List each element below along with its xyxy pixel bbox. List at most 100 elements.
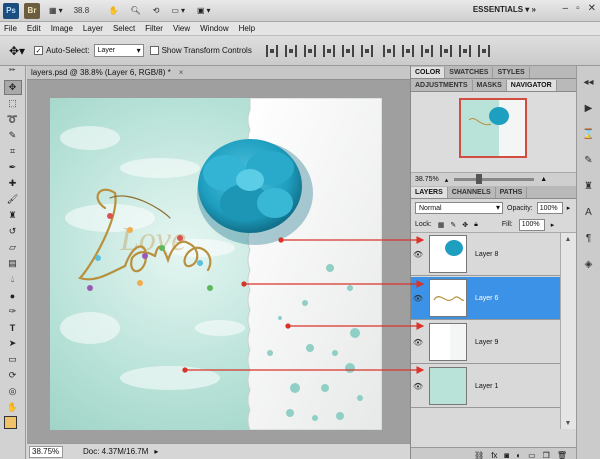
workspace-switcher[interactable]: ESSENTIALS ▾ » bbox=[473, 5, 536, 14]
quick-select-tool-icon[interactable]: ✎ bbox=[4, 128, 22, 143]
canvas-area[interactable]: Love bbox=[27, 80, 410, 443]
hand-tool-icon[interactable]: ✋ bbox=[4, 400, 22, 415]
navigator-preview[interactable] bbox=[459, 98, 527, 158]
distribute-top-icon[interactable] bbox=[382, 44, 395, 57]
scroll-down-icon[interactable]: ▼ bbox=[561, 417, 575, 429]
navigator-zoom-value[interactable]: 38.75% bbox=[415, 176, 439, 183]
layer-row[interactable]: 👁︎ Layer 9 bbox=[411, 321, 561, 364]
lock-pixels-icon[interactable]: ✎ bbox=[450, 221, 456, 229]
blur-tool-icon[interactable]: 💧︎ bbox=[4, 272, 22, 287]
crop-tool-icon[interactable]: ⌗ bbox=[4, 144, 22, 159]
character-icon[interactable]: A bbox=[581, 204, 597, 220]
opacity-slider-icon[interactable]: ▸ bbox=[567, 204, 571, 212]
marquee-tool-icon[interactable]: ⬚ bbox=[4, 96, 22, 111]
foreground-color-swatch[interactable] bbox=[4, 416, 17, 429]
show-transform-checkbox[interactable] bbox=[149, 46, 159, 55]
move-tool-preset-icon[interactable]: ✥▾ bbox=[6, 41, 28, 61]
3d-icon[interactable]: ◈ bbox=[581, 256, 597, 272]
align-vcenter-icon[interactable] bbox=[284, 44, 297, 57]
fill-slider-icon[interactable]: ▸ bbox=[551, 221, 555, 229]
rotate-view-button[interactable]: ⟲ bbox=[150, 3, 163, 19]
bridge-button[interactable]: Br bbox=[24, 2, 40, 19]
gradient-tool-icon[interactable]: ▤ bbox=[4, 256, 22, 271]
layer-name[interactable]: Layer 6 bbox=[475, 295, 498, 302]
tab-masks[interactable]: MASKS bbox=[473, 80, 507, 91]
distribute-hcenter-icon[interactable] bbox=[458, 44, 471, 57]
brush-presets-icon[interactable]: ✎ bbox=[581, 152, 597, 168]
align-bottom-icon[interactable] bbox=[303, 44, 316, 57]
tab-color[interactable]: COLOR bbox=[411, 67, 446, 78]
slider-handle[interactable] bbox=[476, 174, 483, 184]
shape-tool-icon[interactable]: ▭ bbox=[4, 352, 22, 367]
layer-name[interactable]: Layer 1 bbox=[475, 383, 498, 390]
screen-mode-button[interactable]: ▣ ▾ bbox=[194, 3, 214, 19]
zoom-in-icon[interactable]: ▲ bbox=[540, 176, 547, 183]
move-tool-icon[interactable]: ✥ bbox=[3, 80, 22, 95]
eye-icon[interactable]: 👁︎ bbox=[411, 382, 425, 391]
layer-name[interactable]: Layer 9 bbox=[475, 339, 498, 346]
play-actions-icon[interactable]: ▶ bbox=[581, 100, 597, 116]
type-tool-icon[interactable]: T bbox=[4, 320, 22, 335]
toolbox-collapse-icon[interactable]: ▸▸ bbox=[0, 66, 25, 80]
layers-scrollbar[interactable]: ▲ ▼ bbox=[560, 233, 576, 429]
layer-row[interactable]: 👁︎ Layer 1 bbox=[411, 365, 561, 408]
paragraph-icon[interactable]: ¶ bbox=[581, 230, 597, 246]
menu-window[interactable]: Window bbox=[200, 24, 228, 33]
distribute-vcenter-icon[interactable] bbox=[401, 44, 414, 57]
eyedropper-tool-icon[interactable]: ✒ bbox=[4, 160, 22, 175]
healing-tool-icon[interactable]: ✚ bbox=[4, 176, 22, 191]
tab-adjustments[interactable]: ADJUSTMENTS bbox=[411, 80, 473, 91]
align-top-icon[interactable] bbox=[265, 44, 278, 57]
layer-row[interactable]: 👁︎ Layer 8 bbox=[411, 233, 561, 276]
add-mask-icon[interactable]: ◙ bbox=[504, 451, 509, 459]
new-layer-icon[interactable]: ❐ bbox=[543, 451, 550, 459]
eye-icon[interactable]: 👁︎ bbox=[411, 338, 425, 347]
hand-tool-button[interactable]: ✋ bbox=[106, 3, 122, 19]
blend-mode-dropdown[interactable]: Normal bbox=[415, 202, 503, 214]
show-transform-option[interactable]: Show Transform Controls bbox=[149, 46, 252, 55]
navigator-zoom-slider[interactable] bbox=[454, 174, 535, 184]
menu-view[interactable]: View bbox=[173, 24, 190, 33]
eye-icon[interactable]: 👁︎ bbox=[411, 250, 425, 259]
3d-orbit-tool-icon[interactable]: ◎ bbox=[4, 384, 22, 399]
path-selection-tool-icon[interactable]: ➤ bbox=[4, 336, 22, 351]
distribute-bottom-icon[interactable] bbox=[420, 44, 433, 57]
clone-stamp-tool-icon[interactable]: ♜ bbox=[4, 208, 22, 223]
align-right-icon[interactable] bbox=[360, 44, 373, 57]
maximize-icon[interactable]: ▫ bbox=[576, 3, 580, 14]
align-hcenter-icon[interactable] bbox=[341, 44, 354, 57]
arrange-documents-button[interactable]: ▭ ▾ bbox=[168, 3, 188, 19]
menu-layer[interactable]: Layer bbox=[83, 24, 103, 33]
status-menu-icon[interactable]: ▸ bbox=[154, 447, 158, 456]
brush-tool-icon[interactable]: 🖌︎ bbox=[4, 192, 22, 207]
menu-help[interactable]: Help bbox=[239, 24, 255, 33]
history-brush-tool-icon[interactable]: ↺ bbox=[4, 224, 22, 239]
view-extras-button[interactable]: ▦ ▾ bbox=[46, 3, 66, 19]
opacity-field[interactable]: 100% bbox=[536, 202, 563, 214]
zoom-out-icon[interactable]: ▴ bbox=[445, 176, 449, 184]
tab-styles[interactable]: STYLES bbox=[493, 67, 530, 78]
lasso-tool-icon[interactable]: ➰ bbox=[4, 112, 22, 127]
tab-channels[interactable]: CHANNELS bbox=[448, 187, 496, 198]
layer-row-selected[interactable]: 👁︎ Layer 6 bbox=[411, 277, 561, 320]
auto-select-checkbox[interactable]: ✓ bbox=[34, 46, 43, 55]
auto-select-option[interactable]: ✓ Auto-Select: Layer bbox=[34, 44, 144, 57]
close-document-icon[interactable]: × bbox=[179, 68, 184, 77]
menu-filter[interactable]: Filter bbox=[145, 24, 163, 33]
tab-navigator[interactable]: NAVIGATOR bbox=[506, 80, 557, 91]
status-zoom-field[interactable]: 38.75% bbox=[29, 445, 63, 458]
artwork-canvas[interactable]: Love bbox=[50, 98, 382, 430]
close-icon[interactable]: ✕ bbox=[588, 3, 596, 14]
menu-select[interactable]: Select bbox=[113, 24, 135, 33]
delete-layer-icon[interactable]: 🗑︎ bbox=[557, 451, 567, 459]
link-layers-icon[interactable]: ⛓ bbox=[474, 451, 484, 459]
lock-all-icon[interactable]: 🔒︎ bbox=[474, 221, 478, 229]
tab-paths[interactable]: PATHS bbox=[496, 187, 528, 198]
eraser-tool-icon[interactable]: ▱ bbox=[4, 240, 22, 255]
zoom-level[interactable]: 38.8 bbox=[74, 6, 100, 15]
tab-swatches[interactable]: SWATCHES bbox=[445, 67, 494, 78]
adjustment-layer-icon[interactable]: ◐ bbox=[516, 451, 521, 459]
collapse-icons-icon[interactable]: ◂◂ bbox=[581, 74, 597, 90]
fill-field[interactable]: 100% bbox=[518, 218, 545, 231]
lock-transparent-icon[interactable]: ▦ bbox=[438, 221, 445, 229]
